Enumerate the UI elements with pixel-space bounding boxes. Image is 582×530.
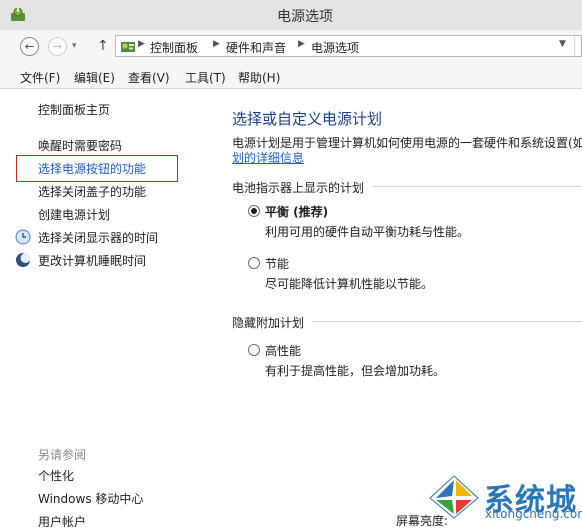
menu-edit[interactable]: 编辑(E) — [74, 69, 115, 86]
watermark-domain: xitongcheng.com — [485, 507, 582, 521]
title-bar: 电源选项 — [0, 0, 582, 30]
page-title: 选择或自定义电源计划 — [232, 110, 383, 128]
control-panel-icon — [121, 42, 135, 52]
section-divider — [312, 321, 582, 322]
plan-high-performance-description: 有利于提高性能，但会增加功耗。 — [265, 364, 446, 378]
address-dropdown-icon[interactable]: ▼ — [559, 39, 566, 49]
watermark-logo-icon — [429, 475, 479, 519]
sidebar-item-create-plan[interactable]: 创建电源计划 — [38, 206, 110, 223]
breadcrumb-control-panel[interactable]: 控制面板 — [150, 39, 198, 56]
section-divider — [372, 186, 582, 187]
address-bar[interactable]: ▶ 控制面板 ▶ 硬件和声音 ▶ 电源选项 ▼ — [115, 35, 582, 57]
plan-power-saver-description: 尽可能降低计算机性能以节能。 — [265, 277, 434, 291]
breadcrumb-separator-icon: ▶ — [213, 39, 220, 49]
sidebar-item-require-password[interactable]: 唤醒时需要密码 — [38, 137, 122, 154]
plan-balanced-description: 利用可用的硬件自动平衡功耗与性能。 — [265, 225, 470, 239]
sidebar-item-power-button[interactable]: 选择电源按钮的功能 — [38, 160, 146, 177]
back-button[interactable]: ← — [20, 37, 39, 56]
menu-file[interactable]: 文件(F) — [20, 69, 60, 86]
plan-balanced-label[interactable]: 平衡 (推荐) — [265, 203, 328, 220]
breadcrumb-power-options[interactable]: 电源选项 — [311, 39, 359, 56]
history-chevron-icon[interactable]: ▾ — [72, 41, 77, 51]
see-also-heading: 另请参阅 — [38, 448, 87, 462]
window-title: 电源选项 — [277, 9, 333, 25]
address-divider — [574, 36, 575, 56]
breadcrumb-hardware-sound[interactable]: 硬件和声音 — [226, 39, 286, 56]
breadcrumb-separator-icon: ▶ — [298, 39, 305, 49]
menu-view[interactable]: 查看(V) — [128, 69, 170, 86]
control-panel-home-link[interactable]: 控制面板主页 — [38, 101, 110, 118]
sleep-moon-icon — [16, 253, 31, 267]
sidebar-item-close-lid[interactable]: 选择关闭盖子的功能 — [38, 183, 146, 200]
battery-meter-section-heading: 电池指示器上显示的计划 — [232, 181, 365, 195]
sidebar-item-display-off[interactable]: 选择关闭显示器的时间 — [38, 229, 158, 246]
see-also-user-accounts[interactable]: 用户帐户 — [38, 513, 86, 530]
display-timer-icon — [15, 229, 31, 245]
menu-tools[interactable]: 工具(T) — [185, 69, 226, 86]
menu-bar: 文件(F) 编辑(E) 查看(V) 工具(T) 帮助(H) — [0, 64, 582, 89]
plan-high-performance-radio[interactable] — [248, 344, 260, 356]
sidebar-item-sleep-time[interactable]: 更改计算机睡眠时间 — [38, 252, 146, 269]
see-also-mobility-center[interactable]: Windows 移动中心 — [38, 490, 143, 507]
see-also-personalization[interactable]: 个性化 — [38, 467, 74, 484]
plan-power-saver-label[interactable]: 节能 — [265, 255, 289, 272]
menu-help[interactable]: 帮助(H) — [238, 69, 280, 86]
forward-button[interactable]: → — [48, 37, 67, 56]
left-navigation-pane: 控制面板主页 唤醒时需要密码 选择电源按钮的功能 选择关闭盖子的功能 创建电源计… — [0, 89, 206, 530]
hidden-plans-toggle[interactable]: 隐藏附加计划 — [232, 314, 304, 331]
plan-high-performance-label[interactable]: 高性能 — [265, 342, 301, 359]
breadcrumb-separator-icon: ▶ — [138, 39, 145, 49]
plan-balanced-radio[interactable] — [248, 205, 260, 217]
plan-power-saver-radio[interactable] — [248, 257, 260, 269]
learn-more-link[interactable]: 划的详细信息 — [232, 149, 304, 166]
navigation-bar: ← → ▾ ↑ ▶ 控制面板 ▶ 硬件和声音 ▶ 电源选项 ▼ — [0, 30, 582, 64]
up-arrow-icon[interactable]: ↑ — [97, 38, 109, 54]
